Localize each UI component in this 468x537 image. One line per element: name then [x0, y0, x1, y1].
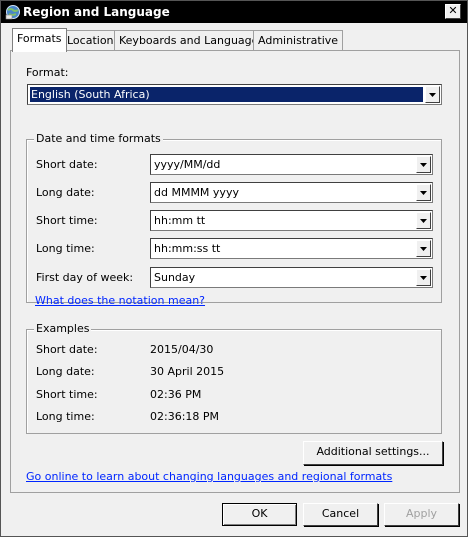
long-time-select[interactable]: hh:mm:ss tt	[150, 238, 433, 259]
dropdown-button[interactable]	[416, 240, 431, 257]
formats-tab-panel: Format: English (South Africa) Date and …	[10, 50, 460, 493]
tab-keyboards-label: Keyboards and Languages	[119, 34, 265, 47]
short-date-select[interactable]: yyyy/MM/dd	[150, 154, 433, 175]
dropdown-button[interactable]	[425, 86, 440, 103]
cancel-button[interactable]: Cancel	[303, 503, 378, 526]
examples-group: Examples Short date: 2015/04/30 Long dat…	[26, 322, 442, 434]
chevron-down-icon	[429, 93, 436, 97]
chevron-down-icon	[420, 163, 427, 167]
date-time-formats-title: Date and time formats	[34, 132, 163, 145]
example-long-time-label: Long time:	[36, 410, 95, 423]
tab-location-label: Location	[67, 34, 114, 47]
tab-formats[interactable]: Formats	[12, 28, 67, 52]
short-time-label: Short time:	[36, 214, 98, 227]
format-label: Format:	[26, 66, 69, 79]
ok-label: OK	[251, 507, 268, 520]
tab-administrative-label: Administrative	[258, 34, 339, 47]
close-button[interactable]: ✕	[445, 4, 461, 19]
long-date-label: Long date:	[36, 186, 95, 199]
chevron-down-icon	[420, 276, 427, 280]
example-short-time-value: 02:36 PM	[150, 388, 202, 401]
region-language-window: Region and Language ✕ Formats Location K…	[0, 0, 468, 537]
long-time-label: Long time:	[36, 242, 95, 255]
additional-settings-label: Additional settings...	[316, 445, 430, 458]
apply-label: Apply	[405, 507, 438, 520]
long-date-select[interactable]: dd MMMM yyyy	[150, 182, 433, 203]
title-bar[interactable]: Region and Language ✕	[1, 1, 467, 23]
tab-keyboards-and-languages[interactable]: Keyboards and Languages	[114, 30, 270, 50]
online-help-link[interactable]: Go online to learn about changing langua…	[26, 470, 392, 483]
chevron-down-icon	[420, 191, 427, 195]
long-date-value: dd MMMM yyyy	[154, 186, 239, 199]
short-time-value: hh:mm tt	[154, 214, 206, 227]
example-long-time-value: 02:36:18 PM	[150, 410, 220, 423]
first-day-of-week-select[interactable]: Sunday	[150, 267, 433, 288]
dropdown-button[interactable]	[416, 212, 431, 229]
notation-help-link[interactable]: What does the notation mean?	[35, 294, 205, 307]
short-date-label: Short date:	[36, 158, 98, 171]
examples-title: Examples	[34, 322, 92, 335]
first-day-of-week-label: First day of week:	[36, 271, 134, 284]
ok-button[interactable]: OK	[222, 503, 297, 526]
dropdown-button[interactable]	[416, 156, 431, 173]
cancel-label: Cancel	[321, 507, 360, 520]
apply-button[interactable]: Apply	[384, 503, 459, 526]
date-time-formats-group: Date and time formats Short date: yyyy/M…	[26, 132, 442, 303]
example-long-date-label: Long date:	[36, 365, 95, 378]
globe-icon	[5, 4, 21, 20]
tab-administrative[interactable]: Administrative	[253, 30, 344, 50]
close-icon: ✕	[448, 4, 458, 17]
window-title: Region and Language	[23, 5, 170, 19]
chevron-down-icon	[420, 219, 427, 223]
dropdown-button[interactable]	[416, 269, 431, 286]
dropdown-button[interactable]	[416, 184, 431, 201]
example-long-date-value: 30 April 2015	[150, 365, 225, 378]
short-date-value: yyyy/MM/dd	[154, 158, 221, 171]
format-select[interactable]: English (South Africa)	[27, 84, 442, 105]
chevron-down-icon	[420, 247, 427, 251]
tab-location[interactable]: Location	[62, 30, 119, 50]
example-short-date-label: Short date:	[36, 343, 98, 356]
format-value: English (South Africa)	[30, 87, 423, 102]
first-day-of-week-value: Sunday	[154, 271, 196, 284]
short-time-select[interactable]: hh:mm tt	[150, 210, 433, 231]
long-time-value: hh:mm:ss tt	[154, 242, 221, 255]
additional-settings-button[interactable]: Additional settings...	[303, 441, 443, 465]
example-short-date-value: 2015/04/30	[150, 343, 214, 356]
example-short-time-label: Short time:	[36, 388, 98, 401]
tab-formats-label: Formats	[17, 32, 62, 45]
